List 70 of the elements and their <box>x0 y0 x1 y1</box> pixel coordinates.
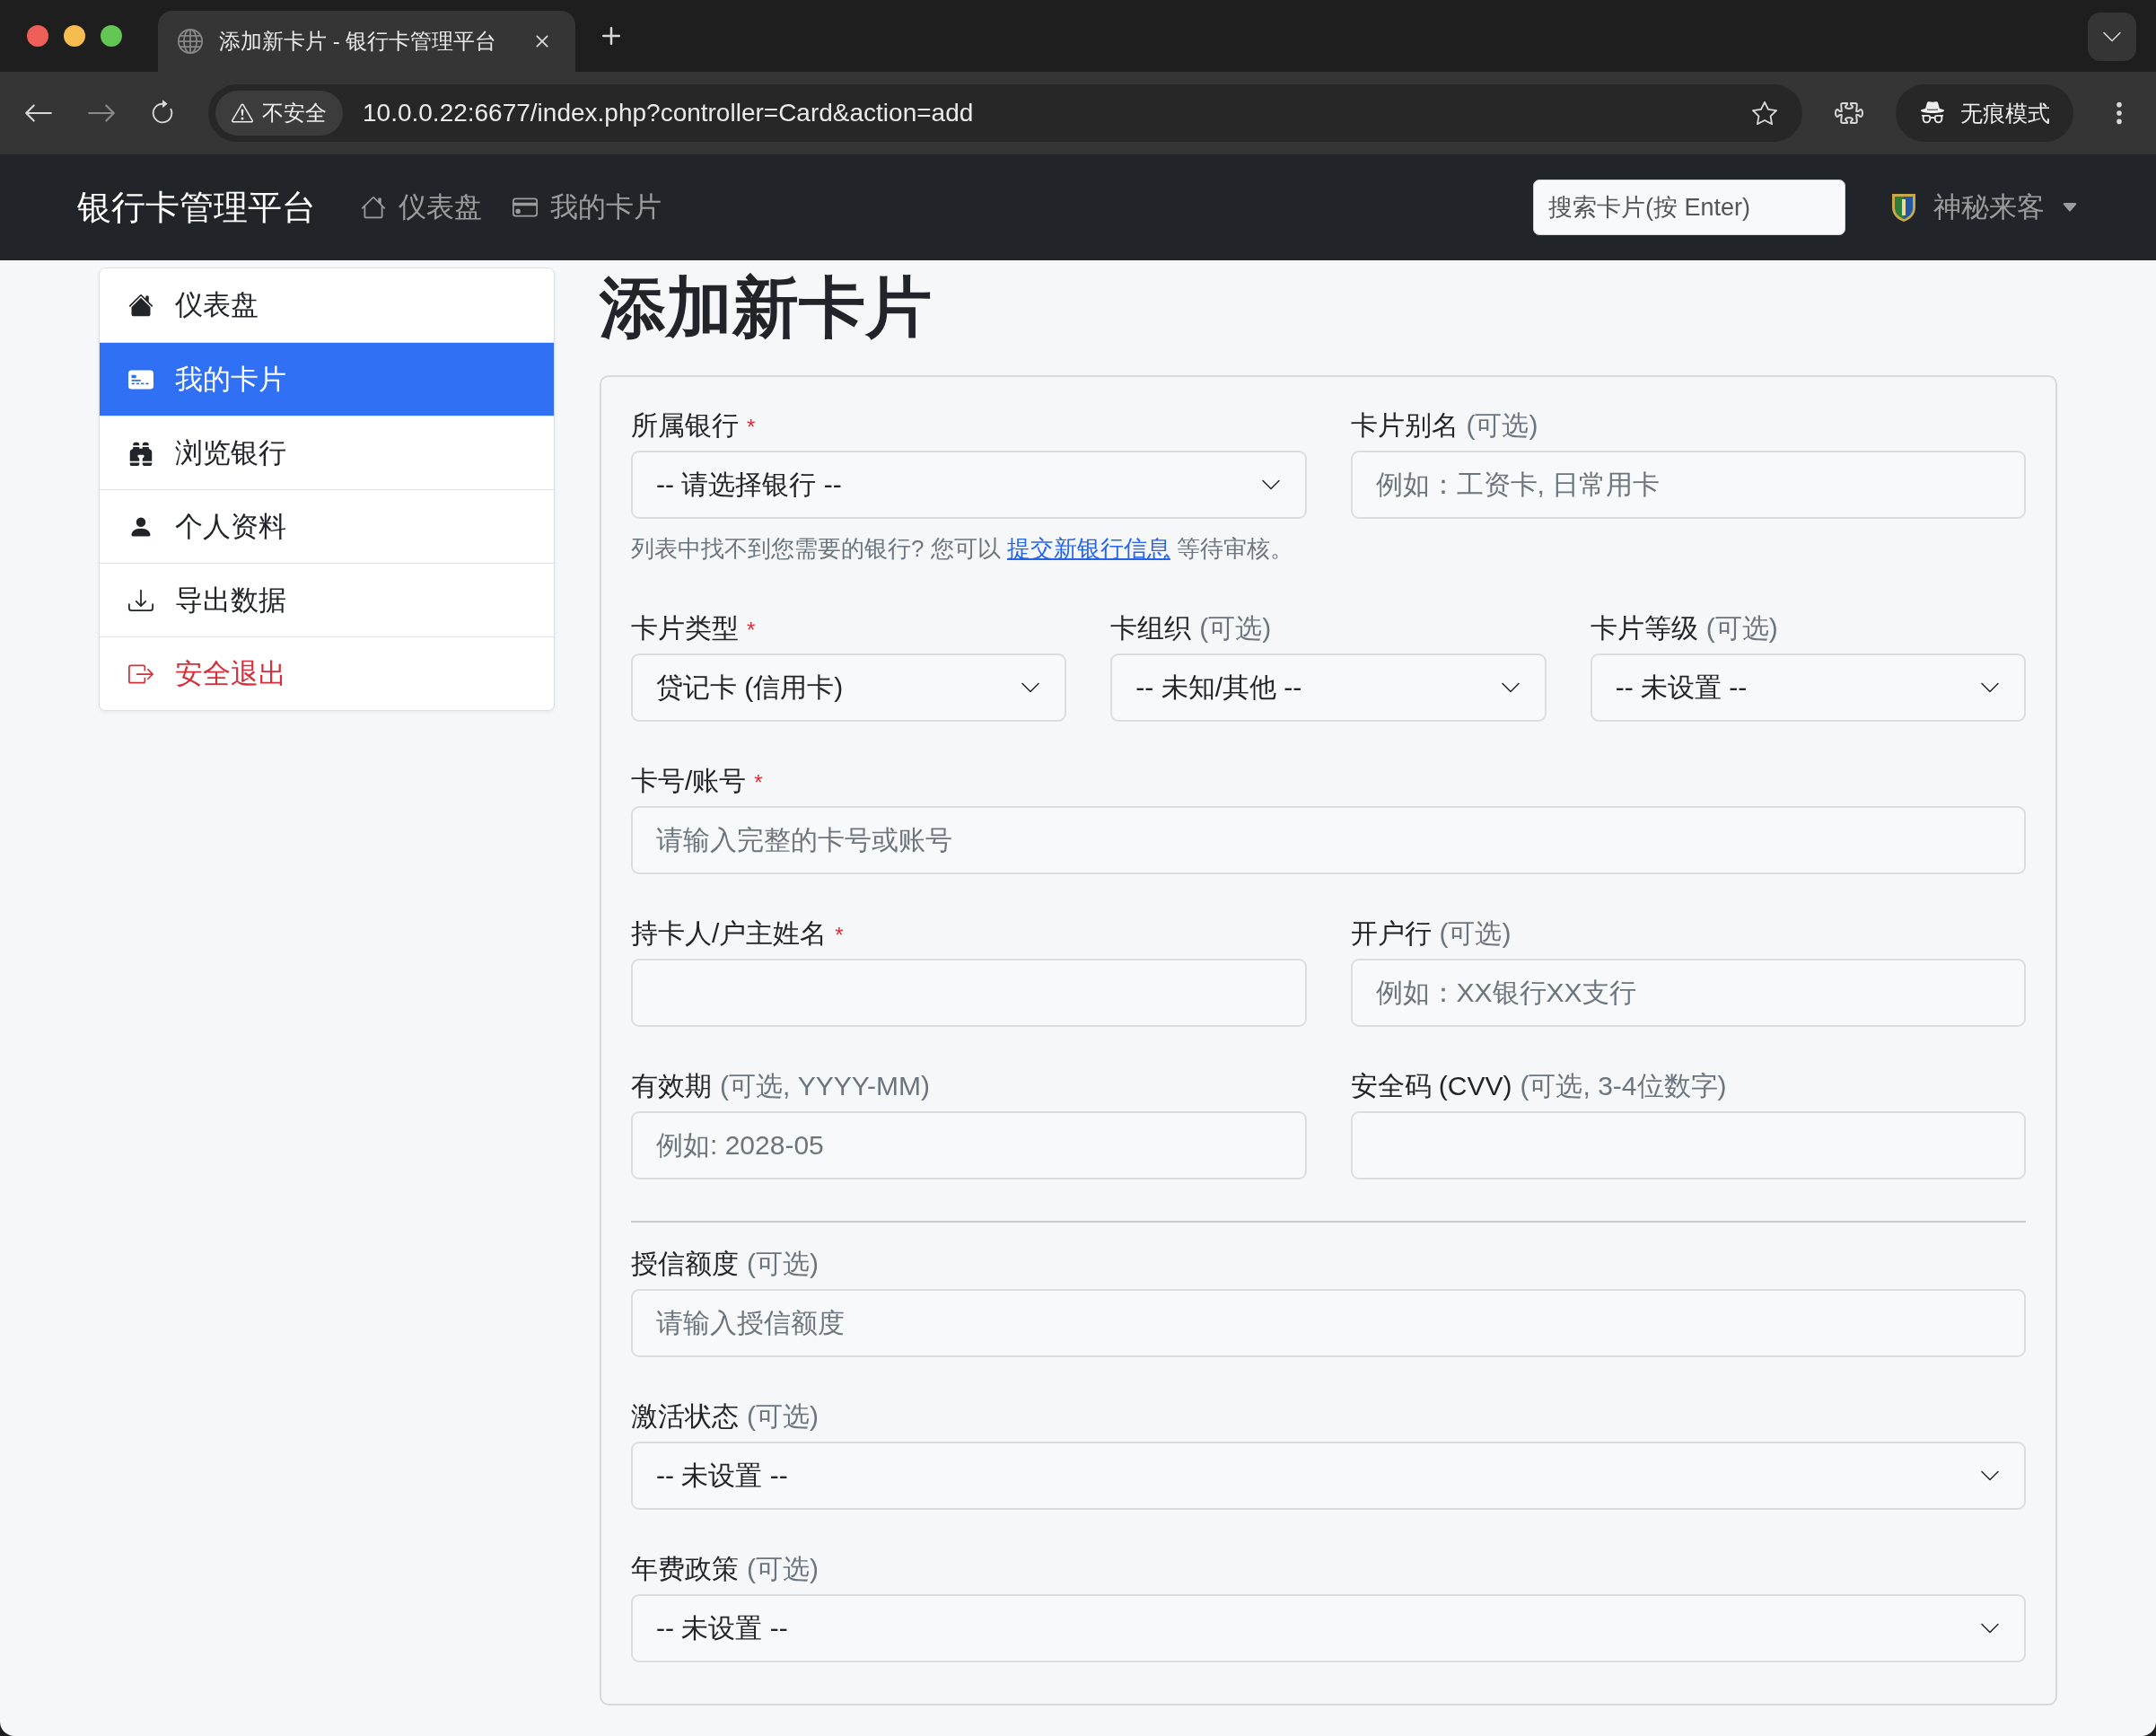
optional-note: (可选) <box>1466 409 1538 442</box>
field-label: 安全码 (CVV) <box>1350 1070 1512 1102</box>
shield-icon <box>1890 191 1917 224</box>
sidebar-item[interactable]: 仪表盘 <box>100 268 554 342</box>
select-field[interactable]: -- 请选择银行 -- <box>631 451 1307 519</box>
required-mark: * <box>747 618 756 643</box>
optional-note: (可选) <box>747 1553 819 1585</box>
input-field[interactable]: 例如：工资卡, 日常用卡 <box>1350 451 2026 519</box>
house-icon <box>128 293 153 318</box>
required-mark: * <box>835 923 844 948</box>
page-title: 添加新卡片 <box>600 269 933 346</box>
input-field[interactable] <box>1350 1111 2026 1179</box>
field-label: 卡片别名 <box>1350 409 1459 442</box>
field-label: 有效期 <box>631 1070 712 1102</box>
input-field[interactable]: 例如：XX银行XX支行 <box>1350 959 2026 1027</box>
nav-link[interactable]: 仪表盘 <box>361 189 482 226</box>
field-label: 所属银行 <box>631 409 739 442</box>
star-icon[interactable] <box>1752 101 1777 126</box>
binoculars-icon <box>128 440 153 466</box>
close-window-button[interactable] <box>27 25 48 47</box>
optional-note: (可选) <box>747 1248 819 1280</box>
user-menu[interactable]: 神秘来客 <box>1890 189 2079 226</box>
address-bar[interactable]: 不安全 10.0.0.22:6677/index.php?controller=Card&action=add <box>208 84 1802 142</box>
download-icon <box>128 587 153 613</box>
tab-title: 添加新卡片 - 银行卡管理平台 <box>219 28 498 55</box>
globe-icon <box>178 29 203 54</box>
house-icon <box>361 195 386 220</box>
field-label: 卡组织 <box>1110 612 1192 644</box>
field-label: 开户行 <box>1350 917 1432 950</box>
incognito-button[interactable]: 无痕模式 <box>1896 84 2073 142</box>
browser-tab[interactable]: 添加新卡片 - 银行卡管理平台 <box>158 11 575 72</box>
input-field[interactable]: 例如: 2028-05 <box>631 1111 1307 1179</box>
optional-note: (可选) <box>1439 917 1512 950</box>
minimize-window-button[interactable] <box>64 25 85 47</box>
field-label: 卡片等级 <box>1590 612 1698 644</box>
maximize-window-button[interactable] <box>101 25 122 47</box>
field-label: 持卡人/户主姓名 <box>631 917 828 950</box>
sidebar-item[interactable]: 我的卡片 <box>100 342 554 416</box>
select-field[interactable]: -- 未知/其他 -- <box>1110 653 1547 722</box>
select-field[interactable]: -- 未设置 -- <box>631 1442 2026 1510</box>
help-text: 列表中找不到您需要的银行? 您可以 提交新银行信息 等待审核。 <box>631 534 1295 564</box>
input-field[interactable]: 请输入完整的卡号或账号 <box>631 806 2026 874</box>
nav-link[interactable]: 我的卡片 <box>513 189 662 226</box>
optional-note: (可选) <box>1199 612 1272 644</box>
required-mark: * <box>754 770 763 795</box>
brand-title[interactable]: 银行卡管理平台 <box>77 184 316 231</box>
security-chip[interactable]: 不安全 <box>215 91 343 136</box>
input-field[interactable] <box>631 959 1307 1027</box>
sidebar-item[interactable]: 安全退出 <box>100 636 554 710</box>
sidebar-item[interactable]: 个人资料 <box>100 489 554 563</box>
field-label: 卡号/账号 <box>631 765 747 797</box>
required-mark: * <box>747 415 756 440</box>
field-label: 年费政策 <box>631 1553 739 1585</box>
select-field[interactable]: 贷记卡 (信用卡) <box>631 653 1067 722</box>
field-label: 卡片类型 <box>631 612 739 644</box>
sidebar-item[interactable]: 浏览银行 <box>100 416 554 489</box>
sidebar-item[interactable]: 导出数据 <box>100 563 554 636</box>
submit-bank-link[interactable]: 提交新银行信息 <box>1006 535 1170 562</box>
search-field[interactable]: 搜索卡片(按 Enter) <box>1533 180 1845 235</box>
field-label: 激活状态 <box>631 1400 739 1433</box>
field-label: 授信额度 <box>631 1248 739 1280</box>
optional-note: (可选) <box>747 1400 819 1433</box>
optional-note: (可选, YYYY-MM) <box>720 1070 930 1102</box>
optional-note: (可选) <box>1705 612 1778 644</box>
optional-note: (可选, 3-4位数字) <box>1520 1070 1727 1102</box>
url-text: 10.0.0.22:6677/index.php?controller=Card&action=add <box>363 99 975 127</box>
select-field[interactable]: -- 未设置 -- <box>631 1594 2026 1662</box>
select-field[interactable]: -- 未设置 -- <box>1590 653 2026 722</box>
warning-icon <box>232 102 253 124</box>
input-field[interactable]: 请输入授信额度 <box>631 1289 2026 1357</box>
